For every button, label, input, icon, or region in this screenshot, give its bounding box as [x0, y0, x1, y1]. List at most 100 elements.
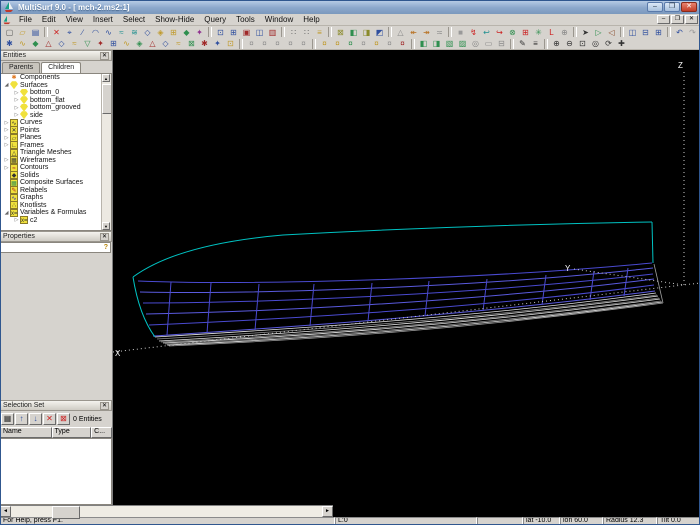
rotate-view-icon[interactable]: ⟳: [602, 38, 615, 49]
tree-scrollbar[interactable]: ▲ ▼: [101, 74, 111, 230]
grid-display-icon[interactable]: ∷: [300, 27, 313, 38]
entity-blend-icon[interactable]: ◈: [133, 38, 146, 49]
entity-foil-icon[interactable]: ✦: [94, 38, 107, 49]
copy-icon[interactable]: ⊠: [334, 27, 347, 38]
select-arrow-icon[interactable]: ➤: [579, 27, 592, 38]
close-icon[interactable]: ✕: [100, 401, 109, 410]
close-button[interactable]: ✕: [681, 2, 697, 12]
viewport-canvas[interactable]: X Y Z: [112, 50, 700, 517]
child-minimize-button[interactable]: –: [657, 15, 670, 24]
view-quad-icon[interactable]: ◫: [253, 27, 266, 38]
entity-fillet-icon[interactable]: ✱: [198, 38, 211, 49]
show-all-icon[interactable]: ¤: [318, 38, 331, 49]
selection-clear-icon[interactable]: ⊠: [57, 413, 70, 425]
column-color[interactable]: C...: [91, 427, 112, 438]
hide-selected-icon[interactable]: ¤: [258, 38, 271, 49]
insert-solid-icon[interactable]: ◆: [180, 27, 193, 38]
show-selected-icon[interactable]: ¤: [331, 38, 344, 49]
entity-trim-icon[interactable]: ⊠: [185, 38, 198, 49]
entity-arc-icon[interactable]: ⊞: [107, 38, 120, 49]
view-shaded-icon[interactable]: ⊞: [227, 27, 240, 38]
selection-list-icon[interactable]: ▦: [1, 413, 14, 425]
tree-item-variables-formulas[interactable]: ◢ x= Variables & Formulas: [1, 208, 111, 217]
show-curves-icon[interactable]: ¤: [370, 38, 383, 49]
mirror-icon[interactable]: ◧: [347, 27, 360, 38]
properties-input-row[interactable]: ?: [0, 242, 111, 253]
file-new-icon[interactable]: ▢: [3, 27, 16, 38]
show-parents-icon[interactable]: ¤: [383, 38, 396, 49]
expander-icon[interactable]: ▷: [3, 127, 10, 133]
tab-children[interactable]: Children: [41, 62, 82, 73]
display-wire-icon[interactable]: ◧: [417, 38, 430, 49]
insert-snake-icon[interactable]: ≋: [128, 27, 141, 38]
entity-sweep-icon[interactable]: △: [146, 38, 159, 49]
window-split-h-icon[interactable]: ◫: [626, 27, 639, 38]
selection-list-body[interactable]: [0, 438, 112, 505]
insert-point-icon[interactable]: ⌖: [63, 27, 76, 38]
menu-help[interactable]: Help: [298, 15, 324, 24]
step-forward-icon[interactable]: ↠: [420, 27, 433, 38]
display-mesh-u-icon[interactable]: ▧: [443, 38, 456, 49]
file-save-icon[interactable]: ▤: [29, 27, 42, 38]
edit-pen-icon[interactable]: ✎: [516, 38, 529, 49]
insert-mesh-icon[interactable]: ⊞: [167, 27, 180, 38]
file-open-icon[interactable]: ▱: [16, 27, 29, 38]
check-model-icon[interactable]: ⊗: [506, 27, 519, 38]
tree-item-components[interactable]: ✱ Components: [1, 74, 111, 82]
scroll-thumb[interactable]: [52, 506, 80, 519]
menu-edit[interactable]: Edit: [37, 15, 61, 24]
expander-icon[interactable]: ▷: [13, 90, 20, 96]
mask-icon[interactable]: ■: [454, 27, 467, 38]
menu-query[interactable]: Query: [199, 15, 231, 24]
menu-file[interactable]: File: [14, 15, 37, 24]
hide-unselected-icon[interactable]: ¤: [271, 38, 284, 49]
grid-snap-icon[interactable]: ∷: [287, 27, 300, 38]
edit-list-icon[interactable]: ≡: [529, 38, 542, 49]
selection-move-up-icon[interactable]: ↑: [15, 413, 28, 425]
show-points-icon[interactable]: ¤: [357, 38, 370, 49]
expander-icon[interactable]: ▷: [13, 112, 20, 118]
entity-offset-surf-icon[interactable]: ✦: [211, 38, 224, 49]
select-polygon-icon[interactable]: ▷: [592, 27, 605, 38]
entity-ring-icon[interactable]: ◆: [29, 38, 42, 49]
help-icon[interactable]: ?: [102, 244, 110, 251]
menu-insert[interactable]: Insert: [88, 15, 118, 24]
expander-icon[interactable]: ▷: [3, 135, 10, 141]
restore-button[interactable]: ❐: [664, 2, 680, 12]
minimize-button[interactable]: –: [647, 2, 663, 12]
menu-show-hide[interactable]: Show-Hide: [150, 15, 199, 24]
horizontal-scrollbar[interactable]: ◄ ►: [0, 505, 333, 519]
insert-bcurve-icon[interactable]: ∿: [102, 27, 115, 38]
close-icon[interactable]: ✕: [100, 51, 109, 60]
view-plan-icon[interactable]: ▣: [240, 27, 253, 38]
expander-icon[interactable]: ▷: [3, 157, 10, 163]
child-close-button[interactable]: ✕: [685, 15, 698, 24]
align-icon[interactable]: ≡: [313, 27, 326, 38]
scroll-up-icon[interactable]: ▲: [102, 74, 110, 82]
close-icon[interactable]: ✕: [100, 232, 109, 241]
contours-toggle-icon[interactable]: ⊞: [519, 27, 532, 38]
entity-bead-icon[interactable]: ∿: [16, 38, 29, 49]
tree-item-bottom-grooved[interactable]: ▷ bottom_grooved: [1, 103, 111, 112]
insert-ruled-surface-icon[interactable]: ◈: [154, 27, 167, 38]
expander-icon[interactable]: ▷: [3, 142, 10, 148]
expander-icon[interactable]: ▷: [3, 120, 10, 126]
select-previous-icon[interactable]: ◁: [605, 27, 618, 38]
menu-view[interactable]: View: [61, 15, 88, 24]
render-check-icon[interactable]: ✳: [532, 27, 545, 38]
tree-item-bottom-0[interactable]: ▷ bottom_0: [1, 88, 111, 97]
tree-item-c2[interactable]: ▷ x= c2: [1, 216, 111, 225]
project-icon[interactable]: ◩: [373, 27, 386, 38]
column-name[interactable]: Name: [0, 427, 52, 438]
entity-revolve-icon[interactable]: ≈: [172, 38, 185, 49]
insert-formula-icon[interactable]: ✦: [193, 27, 206, 38]
step-back-icon[interactable]: ↞: [407, 27, 420, 38]
insert-line-icon[interactable]: ∕: [76, 27, 89, 38]
show-children-icon[interactable]: ¤: [396, 38, 409, 49]
pan-view-icon[interactable]: ✚: [615, 38, 628, 49]
entity-magnet-icon[interactable]: △: [42, 38, 55, 49]
display-labels-icon[interactable]: ▭: [482, 38, 495, 49]
hide-points-icon[interactable]: ¤: [284, 38, 297, 49]
selection-move-down-icon[interactable]: ↓: [29, 413, 42, 425]
hide-all-icon[interactable]: ¤: [245, 38, 258, 49]
